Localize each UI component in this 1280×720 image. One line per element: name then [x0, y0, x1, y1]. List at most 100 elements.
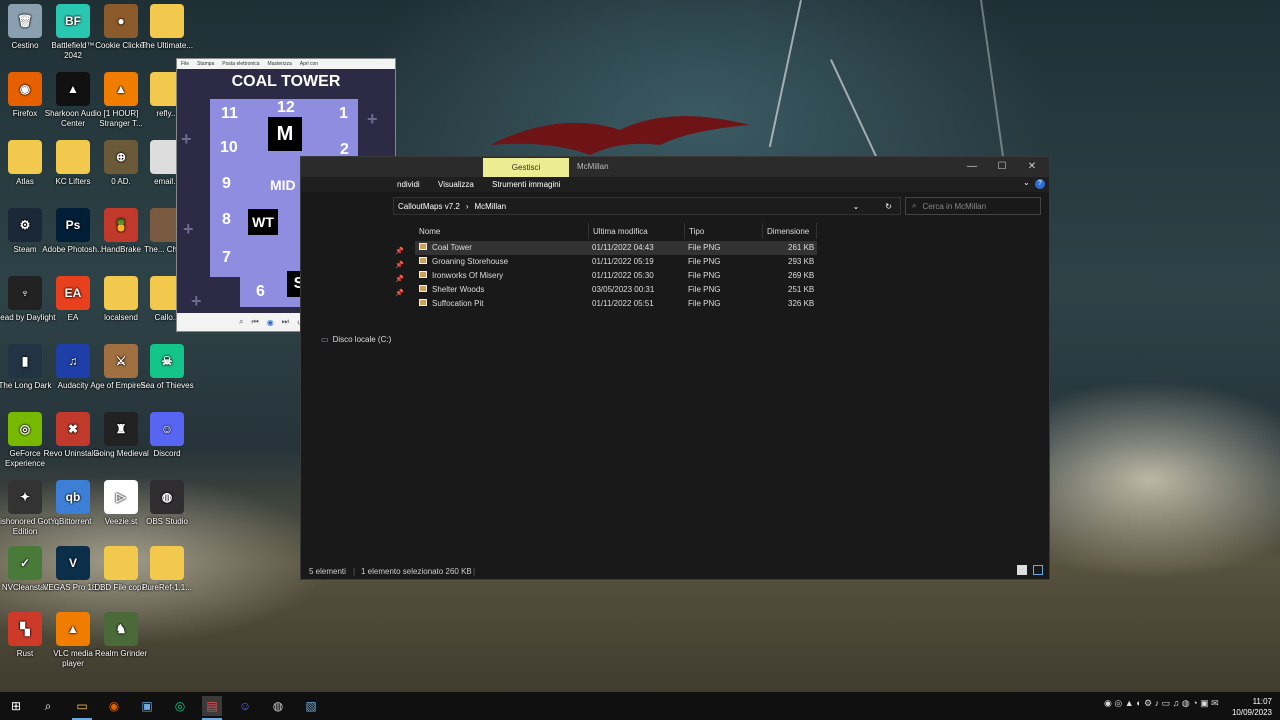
next-icon[interactable]: ⏭: [282, 317, 289, 327]
folder-icon: [56, 140, 90, 174]
obs-icon[interactable]: ◍: [268, 696, 288, 716]
vlc-icon: ▲: [56, 612, 90, 646]
taskbar: ⊞ ⌕ ▭ ◉ ▣ ◎ ▤ ☺ ◍ ▧ ◉ ◎ ▲ ◐ ⚙ ♪ ▭ ♫ ◍ ◔ …: [0, 692, 1280, 720]
viewer-menu-item[interactable]: Stampa: [197, 61, 214, 67]
file-size: 261 KB: [788, 243, 815, 252]
desktop-icon[interactable]: The Ultimate...: [136, 4, 198, 51]
sea-of-thieves-icon: ☠: [150, 344, 184, 378]
viewer-menu-item[interactable]: Apri con: [300, 61, 318, 67]
file-type: File PNG: [688, 285, 721, 294]
discord-icon: ☺: [150, 412, 184, 446]
clock[interactable]: 11:07 10/09/2023: [1232, 696, 1272, 718]
app-icon[interactable]: ▧: [301, 696, 321, 716]
status-selection: 1 elemento selezionato 260 KB: [361, 567, 472, 576]
desktop-icon[interactable]: ☺ Discord: [136, 412, 198, 459]
minimize-icon[interactable]: —: [957, 159, 987, 175]
pin-icon: 📌: [395, 276, 404, 283]
desktop-icon-label: PureRef-1.1...: [142, 583, 192, 592]
drive-icon: ▭: [321, 335, 329, 344]
firefox-icon[interactable]: ◉: [104, 696, 124, 716]
close-icon[interactable]: ✕: [1017, 159, 1047, 175]
file-row[interactable]: Ironworks Of Misery 01/11/2022 05:30 File …: [415, 269, 817, 283]
plus-decoration: +: [367, 109, 378, 129]
audacity-icon: ♫: [56, 344, 90, 378]
chevron-down-icon[interactable]: ⌄: [1023, 178, 1030, 187]
search-placeholder: Cerca in McMillan: [922, 201, 987, 211]
viewer-menu-item[interactable]: File: [181, 61, 189, 67]
desktop-icon-label: The Ultimate...: [140, 41, 193, 50]
the-long-dark-icon: ▮: [8, 344, 42, 378]
callout-mid: MID: [270, 177, 296, 193]
nav-item-local-disk[interactable]: ▭ Disco locale (C:): [321, 335, 391, 344]
desktop-icon[interactable]: ♞ Realm Grinder: [90, 612, 152, 659]
file-explorer-window[interactable]: Gestisci McMillan — ☐ ✕ ndividi Visualiz…: [300, 156, 1050, 580]
file-row[interactable]: Groaning Storehouse 01/11/2022 05:19 File …: [415, 255, 817, 269]
pin-icon: 📌: [395, 262, 404, 269]
callout-9: 9: [222, 175, 231, 192]
zoom-icon[interactable]: ⌕: [239, 317, 243, 327]
viewer-menu-item[interactable]: Masterizza: [268, 61, 292, 67]
breadcrumb-item[interactable]: CalloutMaps v7.2: [398, 202, 460, 211]
file-row[interactable]: Suffocation Pit 01/11/2022 05:51 File PNG 3…: [415, 297, 817, 311]
tray-icons[interactable]: ◉ ◎ ▲ ◐ ⚙ ♪ ▭ ♫ ◍ ◔ ▣ ✉: [1104, 698, 1219, 709]
thumbnail-view-icon[interactable]: [1033, 565, 1043, 575]
column-header-type[interactable]: Tipo: [685, 223, 763, 239]
file-row[interactable]: Coal Tower 01/11/2022 04:43 File PNG 261 KB: [415, 241, 817, 255]
file-type: File PNG: [688, 271, 721, 280]
desktop-icon[interactable]: PureRef-1.1...: [136, 546, 198, 593]
desktop-icon[interactable]: ☠ Sea of Thieves: [136, 344, 198, 391]
aoe-icon: ⚔: [104, 344, 138, 378]
start-button-icon[interactable]: ⊞: [6, 696, 26, 716]
nvidia-icon: ◎: [8, 412, 42, 446]
folder-icon: [150, 546, 184, 580]
column-header-name[interactable]: Nome: [415, 223, 589, 239]
dragon-silhouette: [490, 116, 750, 155]
app-icon[interactable]: ◎: [170, 696, 190, 716]
address-bar[interactable]: CalloutMaps v7.2 › McMillan ⌄ ↻: [393, 197, 901, 215]
file-type: File PNG: [688, 243, 721, 252]
png-file-icon: [419, 271, 427, 278]
breadcrumb-item[interactable]: McMillan: [474, 202, 506, 211]
tab-strumenti-immagini[interactable]: Strumenti immagini: [492, 180, 560, 189]
steam-icon: ⚙: [8, 208, 42, 242]
png-file-icon: [419, 243, 427, 250]
tab-gestisci[interactable]: Gestisci: [483, 158, 569, 177]
revo-icon: ✖: [56, 412, 90, 446]
vlc-file-icon: ▲: [104, 72, 138, 106]
address-bar-area: CalloutMaps v7.2 › McMillan ⌄ ↻ ⌕ Cerca …: [301, 195, 1049, 217]
dishonored-icon: ✦: [8, 480, 42, 514]
chevron-down-icon[interactable]: ⌄: [853, 202, 860, 211]
help-icon[interactable]: ?: [1035, 179, 1045, 189]
callout-11: 11: [221, 105, 238, 122]
discord-icon[interactable]: ☺: [235, 696, 255, 716]
png-file-icon: [419, 285, 427, 292]
file-row[interactable]: Shelter Woods 03/05/2023 00:31 File PNG 251…: [415, 283, 817, 297]
callout-box-wt: WT: [248, 209, 278, 235]
callout-7: 7: [222, 249, 231, 266]
column-header-size[interactable]: Dimensione: [763, 223, 817, 239]
file-explorer-icon[interactable]: ▭: [72, 696, 92, 716]
ribbon-tabs: ndividi Visualizza Strumenti immagini ⌄ …: [301, 177, 1049, 192]
tab-condividi[interactable]: ndividi: [397, 180, 420, 189]
dbd-icon: ♆: [8, 276, 42, 310]
app-icon[interactable]: ▣: [137, 696, 157, 716]
callout-box-m: M: [268, 117, 302, 151]
slideshow-icon[interactable]: ◉: [267, 318, 274, 327]
column-header-date[interactable]: Ultima modifica: [589, 223, 685, 239]
status-divider: |: [353, 567, 356, 576]
photo-viewer-taskbar-icon[interactable]: ▤: [202, 696, 222, 716]
search-icon[interactable]: ⌕: [38, 696, 58, 716]
viewer-menu-item[interactable]: Posta elettronica: [222, 61, 259, 67]
desktop-icon[interactable]: ◍ OBS Studio: [136, 480, 198, 527]
maximize-icon[interactable]: ☐: [987, 159, 1017, 175]
handbrake-icon: 🍍: [104, 208, 138, 242]
status-divider: |: [473, 567, 476, 576]
folder-icon: [150, 4, 184, 38]
details-view-icon[interactable]: [1017, 565, 1027, 575]
explorer-titlebar: Gestisci McMillan — ☐ ✕: [301, 157, 1049, 177]
tab-visualizza[interactable]: Visualizza: [438, 180, 474, 189]
png-file-icon: [419, 299, 427, 306]
refresh-icon[interactable]: ↻: [885, 202, 892, 211]
previous-icon[interactable]: ⏮: [251, 317, 258, 327]
search-input[interactable]: ⌕ Cerca in McMillan: [905, 197, 1041, 215]
